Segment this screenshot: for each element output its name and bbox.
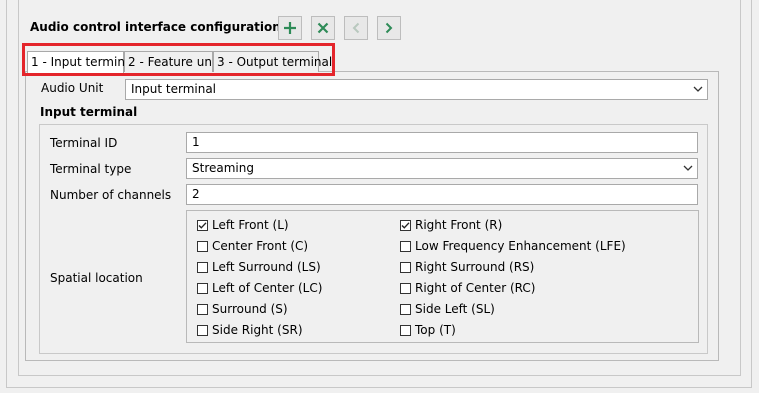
terminal-type-label: Terminal type [50,162,132,176]
checkbox-checked[interactable] [197,219,208,231]
spatial-checkbox[interactable]: Left Surround (LS) [197,260,321,274]
checkbox-label: Low Frequency Enhancement (LFE) [415,239,626,253]
group-title: Input terminal [40,105,138,119]
checkbox-unchecked[interactable] [400,324,411,336]
spatial-checkbox[interactable]: Side Right (SR) [197,323,303,337]
checkbox-label: Right of Center (RC) [415,281,536,295]
checkmark-icon [401,221,410,229]
chevron-down-icon [683,165,693,171]
chevron-right-icon [385,22,393,34]
plus-icon [284,22,296,34]
num-channels-value: 2 [192,187,200,201]
checkmark-icon [198,221,207,229]
chevron-down-icon [693,86,703,92]
terminal-type-select[interactable]: Streaming [186,158,698,179]
checkbox-label: Left Surround (LS) [212,260,321,274]
next-button[interactable] [377,16,401,40]
checkbox-unchecked[interactable] [197,303,208,315]
previous-button[interactable] [344,16,368,40]
terminal-type-value: Streaming [192,161,254,175]
checkbox-checked[interactable] [400,219,411,231]
audio-unit-select[interactable]: Input terminal [125,79,708,100]
cross-icon [317,22,329,34]
checkbox-unchecked[interactable] [400,240,411,252]
num-channels-field[interactable]: 2 [186,184,698,205]
checkbox-label: Side Right (SR) [212,323,303,337]
checkbox-label: Top (T) [415,323,456,337]
remove-button[interactable] [311,16,335,40]
checkbox-unchecked[interactable] [197,261,208,273]
checkbox-label: Right Surround (RS) [415,260,535,274]
checkbox-label: Surround (S) [212,302,288,316]
checkbox-label: Center Front (C) [212,239,309,253]
checkbox-label: Left of Center (LC) [212,281,323,295]
terminal-id-label: Terminal ID [50,136,118,150]
highlight-rectangle [22,43,335,76]
checkbox-unchecked[interactable] [197,324,208,336]
audio-unit-label: Audio Unit [41,81,104,95]
spatial-checkbox[interactable]: Right Surround (RS) [400,260,534,274]
spatial-checkbox[interactable]: Center Front (C) [197,239,308,253]
spatial-checkbox[interactable]: Top (T) [400,323,456,337]
checkbox-unchecked[interactable] [400,282,411,294]
spatial-checkbox[interactable]: Right Front (R) [400,218,502,232]
chevron-left-icon [352,22,360,34]
checkbox-label: Side Left (SL) [415,302,495,316]
num-channels-label: Number of channels [50,188,172,202]
spatial-checkbox[interactable]: Left of Center (LC) [197,281,322,295]
checkbox-unchecked[interactable] [197,282,208,294]
terminal-id-value: 1 [192,135,200,149]
spatial-checkbox[interactable]: Right of Center (RC) [400,281,535,295]
checkbox-unchecked[interactable] [400,303,411,315]
spatial-checkbox[interactable]: Left Front (L) [197,218,289,232]
spatial-checkbox[interactable]: Surround (S) [197,302,288,316]
checkbox-label: Right Front (R) [415,218,503,232]
add-button[interactable] [278,16,302,40]
checkbox-label: Left Front (L) [212,218,289,232]
section-title: Audio control interface configuration [30,20,281,34]
checkbox-unchecked[interactable] [197,240,208,252]
audio-unit-value: Input terminal [131,82,217,96]
spatial-checkbox[interactable]: Side Left (SL) [400,302,495,316]
spatial-location-label: Spatial location [50,271,143,285]
terminal-id-field[interactable]: 1 [186,132,698,153]
spatial-checkbox[interactable]: Low Frequency Enhancement (LFE) [400,239,626,253]
checkbox-unchecked[interactable] [400,261,411,273]
